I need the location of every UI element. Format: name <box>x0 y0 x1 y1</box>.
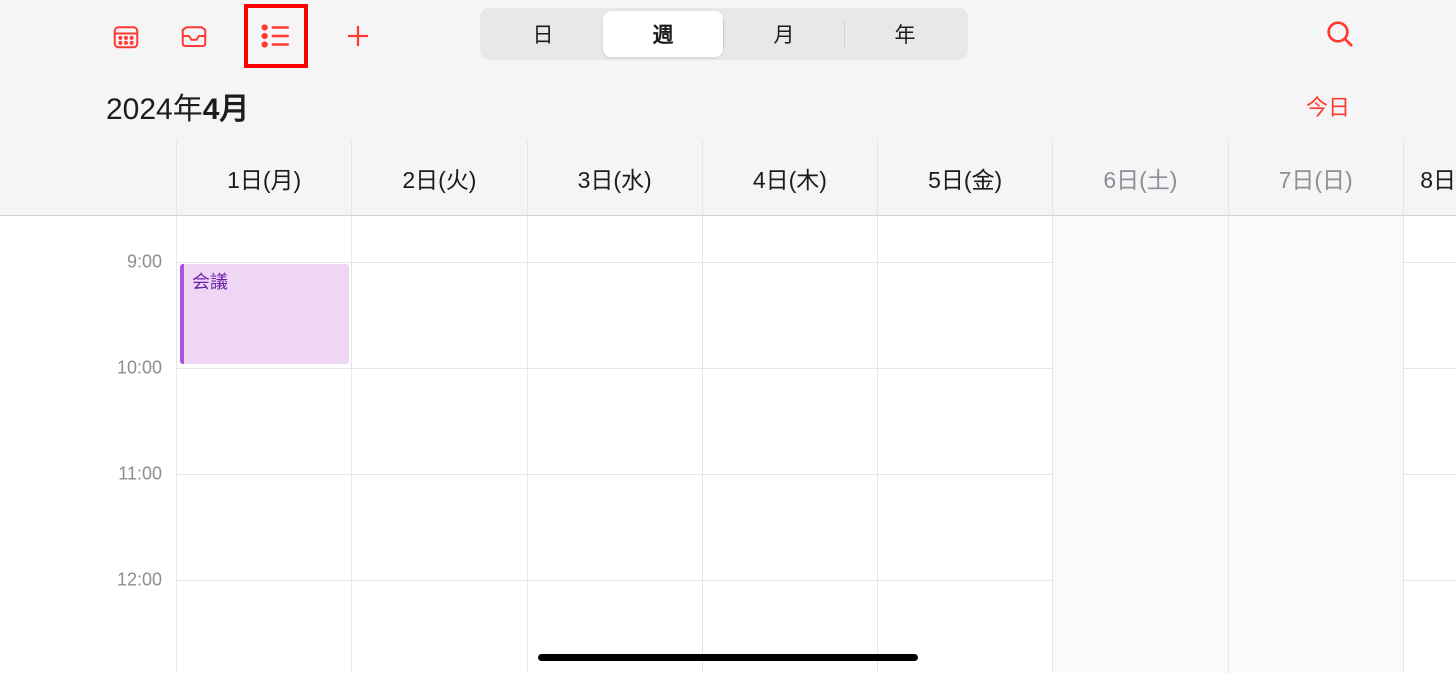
day-header-wed[interactable]: 3日(水) <box>527 140 702 215</box>
day-col-sun[interactable] <box>1228 216 1403 673</box>
time-label: 11:00 <box>118 464 162 485</box>
time-label: 10:00 <box>117 358 162 379</box>
day-col-thu[interactable] <box>702 216 877 673</box>
day-header-thu[interactable]: 4日(木) <box>702 140 877 215</box>
month-text: 4月 <box>203 93 250 126</box>
day-headers: 1日(月) 2日(火) 3日(水) 4日(木) 5日(金) 6日(土) 7日(日… <box>0 140 1456 216</box>
day-header-sun[interactable]: 7日(日) <box>1228 140 1403 215</box>
time-label: 12:00 <box>117 570 162 591</box>
day-col-wed[interactable] <box>527 216 702 673</box>
day-columns: 会議 <box>176 216 1456 673</box>
time-gutter: 9:00 10:00 11:00 12:00 <box>0 216 176 673</box>
toolbar-left <box>108 4 376 68</box>
day-col-tue[interactable] <box>351 216 526 673</box>
time-gutter-header <box>0 140 176 215</box>
calendars-icon[interactable] <box>108 18 144 54</box>
today-button[interactable]: 今日 <box>1306 90 1350 122</box>
segment-day[interactable]: 日 <box>483 11 603 57</box>
day-header-tue[interactable]: 2日(火) <box>351 140 526 215</box>
add-event-button[interactable] <box>340 18 376 54</box>
segment-year[interactable]: 年 <box>845 11 965 57</box>
toolbar: 日 週 月 年 <box>0 0 1456 72</box>
time-label: 9:00 <box>127 252 162 273</box>
week-grid: 9:00 10:00 11:00 12:00 会議 <box>0 216 1456 673</box>
inbox-icon[interactable] <box>176 18 212 54</box>
calendar-event[interactable]: 会議 <box>180 264 349 364</box>
segment-week[interactable]: 週 <box>603 11 723 57</box>
day-col-next[interactable] <box>1403 216 1456 673</box>
day-col-fri[interactable] <box>877 216 1052 673</box>
day-header-sat[interactable]: 6日(土) <box>1052 140 1227 215</box>
day-header-mon[interactable]: 1日(月) <box>176 140 351 215</box>
home-indicator <box>538 654 918 661</box>
event-title: 会議 <box>192 272 228 292</box>
view-segmented-control: 日 週 月 年 <box>480 8 968 60</box>
title-row: 2024年4月 今日 <box>0 72 1456 140</box>
month-title: 2024年4月 <box>106 84 249 128</box>
day-col-sat[interactable] <box>1052 216 1227 673</box>
day-col-mon[interactable]: 会議 <box>176 216 351 673</box>
segment-month[interactable]: 月 <box>724 11 844 57</box>
list-icon-highlighted[interactable] <box>244 4 308 68</box>
year-text: 2024年 <box>106 93 203 126</box>
search-icon[interactable] <box>1324 18 1356 55</box>
day-header-fri[interactable]: 5日(金) <box>877 140 1052 215</box>
day-header-next[interactable]: 8日 <box>1403 140 1456 215</box>
